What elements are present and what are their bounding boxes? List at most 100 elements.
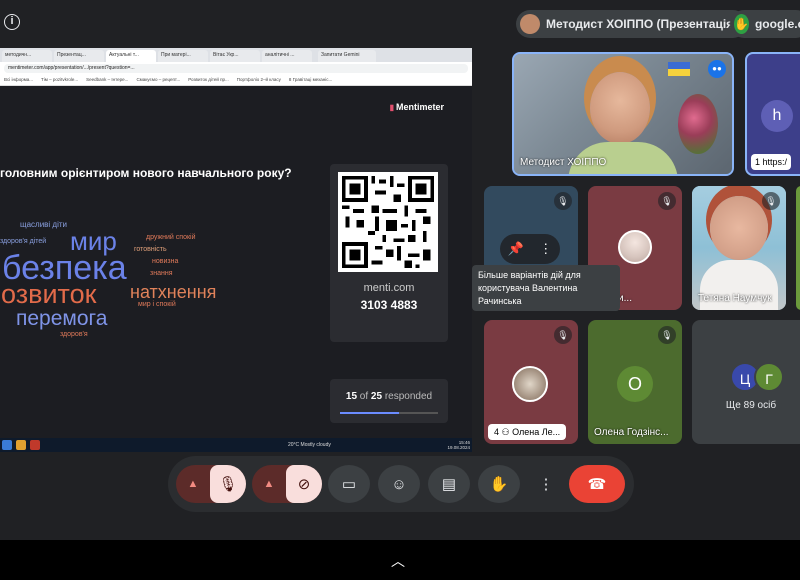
flag-image bbox=[668, 62, 690, 76]
participant-face bbox=[590, 72, 650, 144]
participant-name: Олена Годзінс... bbox=[594, 427, 669, 438]
weather-widget[interactable]: 20°C Mostly cloudy bbox=[288, 442, 331, 448]
browser-tab[interactable]: аналітичні ... bbox=[262, 50, 312, 62]
presenter-chip[interactable]: Методист ХОІППО (Презентація) bbox=[516, 10, 748, 38]
presenter-label: Методист ХОІППО (Презентація) bbox=[546, 17, 738, 31]
more-options-icon[interactable]: ⋮ bbox=[536, 465, 556, 503]
bookmarks-bar: Всі інформа... Тім – pozitvkrole... Seed… bbox=[0, 75, 472, 86]
slide-question: головним орієнтиром нового навчального р… bbox=[0, 166, 292, 180]
response-text: 15 of 25 responded bbox=[330, 391, 448, 402]
bookmark[interactable]: Смакуємо – рецепт... bbox=[136, 77, 180, 83]
mic-off-icon[interactable]: 🎙 bbox=[210, 465, 246, 503]
clock-date: 19.08.2024 bbox=[447, 445, 470, 450]
participant-name: Олена Ле... bbox=[512, 427, 561, 437]
cloud-word: знання bbox=[150, 270, 173, 277]
pin-icon[interactable]: 📌 bbox=[508, 241, 524, 257]
menti-code: 3103 4883 bbox=[360, 298, 418, 312]
bookmark[interactable]: Всі інформа... bbox=[4, 77, 33, 83]
mic-off-icon: 🎙 bbox=[762, 192, 780, 210]
cloud-word: щасливі діти bbox=[20, 220, 67, 229]
call-controls: ▲ 🎙 ▲ ⊘ ▭ ☺ ▤ ✋ ⋮ ☎ bbox=[168, 456, 634, 512]
participant-name: 1 https:/ bbox=[751, 154, 792, 170]
info-icon[interactable]: i bbox=[4, 14, 20, 30]
participant-tile[interactable]: 🎙 4 ⚇ Олена Ле... bbox=[484, 320, 578, 444]
bookmark[interactable]: Портфоліо 2–й класу bbox=[237, 77, 281, 83]
participant-tile-partial[interactable] bbox=[796, 186, 800, 310]
shared-screen: методичн... Презентац... Актуальні т... … bbox=[0, 48, 472, 452]
presenter-avatar bbox=[520, 14, 540, 34]
qr-code bbox=[338, 172, 438, 272]
participant-name: Методист ХОІППО bbox=[520, 157, 607, 168]
meet-window: i Методист ХОІППО (Презентація) ✋ google… bbox=[0, 0, 800, 580]
response-progress-fill bbox=[340, 412, 399, 414]
participant-count: 4 bbox=[494, 427, 500, 437]
emoji-icon[interactable]: ☺ bbox=[378, 465, 420, 503]
browser-tab[interactable]: Презентац... bbox=[54, 50, 104, 62]
share-chip[interactable]: ✋ google.co bbox=[730, 10, 800, 38]
url-field[interactable]: mentimeter.com/app/presentation/.../pres… bbox=[4, 64, 468, 73]
response-counter: 15 of 25 responded bbox=[330, 379, 448, 423]
mic-options-chevron-icon[interactable]: ▲ bbox=[176, 465, 210, 503]
present-screen-icon[interactable]: ▭ bbox=[328, 465, 370, 503]
taskbar-clock[interactable]: 15:46 19.08.2024 bbox=[447, 440, 470, 450]
responded-of: of bbox=[359, 391, 369, 402]
chrome-icon[interactable] bbox=[16, 440, 26, 450]
cloud-word: дружний спокій bbox=[146, 234, 196, 241]
join-panel: menti.com 3103 4883 bbox=[330, 164, 448, 342]
browser-tabs: методичн... Презентац... Актуальні т... … bbox=[0, 48, 472, 62]
flowers-image bbox=[678, 94, 718, 154]
participant-tile[interactable]: 🎙 Тетяна Наумчук bbox=[692, 186, 786, 310]
bookmark[interactable]: Тім – pozitvkrole... bbox=[41, 77, 78, 83]
chevron-up-icon[interactable]: ︿ bbox=[391, 551, 405, 571]
windows-taskbar: 20°C Mostly cloudy 15:46 19.08.2024 bbox=[0, 438, 472, 452]
start-icon[interactable] bbox=[2, 440, 12, 450]
people-icon: ⚇ bbox=[501, 427, 510, 437]
cloud-word: здоров'я bbox=[60, 331, 88, 338]
participant-tile[interactable]: О 🎙 Олена Годзінс... bbox=[588, 320, 682, 444]
mic-off-icon: 🎙 bbox=[658, 326, 676, 344]
camera-options-chevron-icon[interactable]: ▲ bbox=[252, 465, 286, 503]
browser-tab[interactable]: методичн... bbox=[2, 50, 52, 62]
cloud-word: перемога bbox=[16, 307, 108, 330]
bookmark[interactable]: 8 Гравітаці механіс... bbox=[289, 77, 332, 83]
raise-hand-icon[interactable]: ✋ bbox=[478, 465, 520, 503]
participant-face bbox=[710, 196, 768, 260]
browser-tab-active[interactable]: Актуальні т... bbox=[106, 50, 156, 62]
cloud-word: здоров'я дітей bbox=[0, 238, 47, 245]
mentimeter-logo: Mentimeter bbox=[390, 102, 444, 112]
browser-tab[interactable]: При матері... bbox=[158, 50, 208, 62]
mic-off-icon: 🎙 bbox=[554, 326, 572, 344]
app-icon[interactable] bbox=[30, 440, 40, 450]
participant-tile-presenter[interactable]: ●● Методист ХОІППО bbox=[512, 52, 734, 176]
mic-off-icon: 🎙 bbox=[658, 192, 676, 210]
share-label: google.co bbox=[754, 17, 800, 31]
participant-avatar bbox=[618, 230, 652, 264]
browser-tab[interactable]: Вітає Укр... bbox=[210, 50, 260, 62]
bookmark[interactable]: Розвиток дітей пр... bbox=[188, 77, 229, 83]
participant-avatar: h bbox=[761, 100, 793, 132]
more-options-icon[interactable]: ⋮ bbox=[539, 241, 552, 257]
cloud-word: готовність bbox=[134, 246, 167, 253]
responded-suffix: responded bbox=[384, 391, 433, 402]
cloud-word: мир і спокій bbox=[138, 301, 176, 308]
participant-name-chip: 4 ⚇ Олена Ле... bbox=[488, 424, 567, 440]
participant-avatar bbox=[512, 366, 548, 402]
participant-tile-h[interactable]: h 1 https:/ bbox=[745, 52, 800, 176]
camera-control: ▲ ⊘ bbox=[252, 465, 322, 503]
tooltip: Більше варіантів дій для користувача Вал… bbox=[472, 265, 620, 311]
tile-actions: 📌 ⋮ bbox=[500, 234, 560, 264]
participant-name: Тетяна Наумчук bbox=[698, 293, 772, 304]
captions-icon[interactable]: ▤ bbox=[428, 465, 470, 503]
gemini-button[interactable]: Запитати Gemini bbox=[318, 50, 376, 62]
more-participants-tile[interactable]: Ц Г Ще 89 осіб bbox=[692, 320, 800, 444]
camera-off-icon[interactable]: ⊘ bbox=[286, 465, 322, 503]
speaking-indicator-icon: ●● bbox=[708, 60, 726, 78]
participant-avatar: О bbox=[617, 366, 653, 402]
end-call-icon[interactable]: ☎ bbox=[569, 465, 625, 503]
cloud-word: новизна bbox=[152, 258, 179, 265]
response-progress bbox=[340, 412, 438, 414]
mentimeter-slide: Mentimeter головним орієнтиром нового на… bbox=[0, 86, 472, 452]
bookmark[interactable]: Seedbank – Інтере... bbox=[86, 77, 128, 83]
participant-avatar: Г bbox=[754, 362, 784, 392]
cloud-word: розвиток bbox=[0, 279, 97, 309]
